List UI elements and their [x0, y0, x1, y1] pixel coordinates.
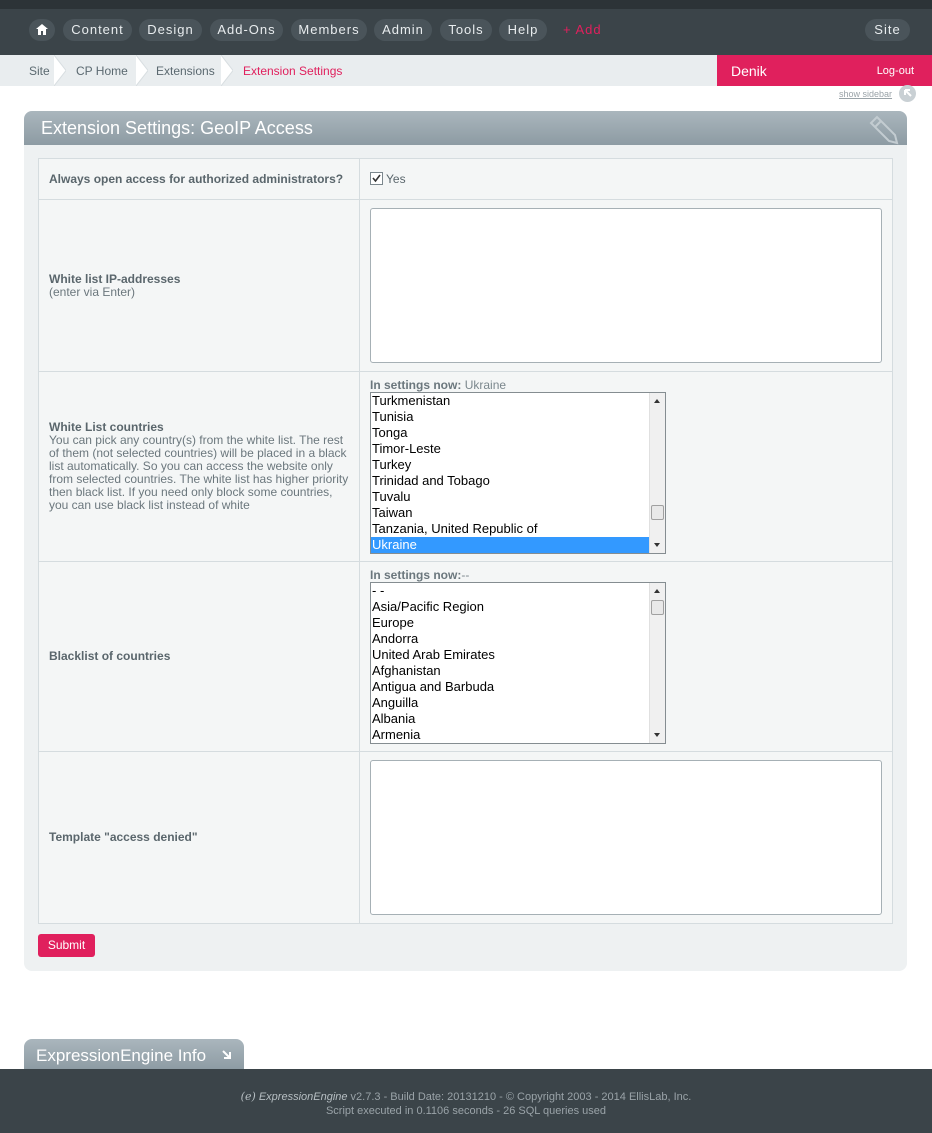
scroll-thumb[interactable]	[651, 505, 664, 520]
whitelist-current-value: In settings now: Ukraine	[370, 378, 507, 392]
breadcrumb-site[interactable]: Site	[29, 55, 50, 86]
scroll-up-icon[interactable]	[654, 399, 660, 403]
row-whitelist-countries: White List countries You can pick any co…	[38, 371, 893, 562]
pencil-icon	[869, 115, 899, 145]
scrollbar[interactable]	[649, 583, 665, 743]
list-item[interactable]: Tanzania, United Republic of	[371, 521, 665, 537]
scroll-thumb[interactable]	[651, 600, 664, 615]
list-item[interactable]: - -	[371, 583, 665, 599]
scroll-up-icon[interactable]	[654, 589, 660, 593]
submit-button[interactable]: Submit	[38, 934, 95, 957]
breadcrumb-separator	[54, 55, 66, 86]
field-template-denied	[359, 751, 893, 924]
list-item[interactable]: Tunisia	[371, 409, 665, 425]
whitelist-ip-textarea[interactable]	[370, 208, 882, 363]
nav-admin[interactable]: Admin	[374, 19, 432, 41]
scroll-down-icon[interactable]	[654, 543, 660, 547]
label-admin-access: Always open access for authorized admini…	[38, 158, 360, 200]
logout-link[interactable]: Log-out	[877, 65, 914, 77]
row-whitelist-ip: White list IP-addresses (enter via Enter…	[38, 199, 893, 372]
field-whitelist-ip	[359, 199, 893, 372]
breadcrumb-separator	[221, 55, 233, 86]
ee-logo-icon: (e)	[240, 1090, 256, 1103]
nav-content[interactable]: Content	[63, 19, 132, 41]
sidebar-arrow-icon[interactable]	[899, 85, 916, 102]
list-item[interactable]: United Arab Emirates	[371, 647, 665, 663]
home-icon	[36, 24, 48, 35]
list-item[interactable]: Asia/Pacific Region	[371, 599, 665, 615]
list-item[interactable]: Anguilla	[371, 695, 665, 711]
list-item[interactable]: Andorra	[371, 631, 665, 647]
scrollbar[interactable]	[649, 393, 665, 553]
list-item-selected[interactable]: Ukraine	[371, 537, 665, 553]
panel-header: Extension Settings: GeoIP Access	[24, 111, 907, 145]
blacklist-countries-select[interactable]: - - Asia/Pacific Region Europe Andorra U…	[370, 582, 666, 744]
whitelist-countries-select[interactable]: Turkmenistan Tunisia Tonga Timor-Leste T…	[370, 392, 666, 554]
ee-info-label[interactable]: ExpressionEngine Info	[36, 1046, 206, 1066]
field-whitelist-countries: In settings now: Ukraine Turkmenistan Tu…	[359, 371, 893, 562]
nav-tools[interactable]: Tools	[440, 19, 492, 41]
nav-addons[interactable]: Add-Ons	[210, 19, 283, 41]
list-item[interactable]: Turkey	[371, 457, 665, 473]
arrow-down-right-icon	[222, 1050, 231, 1059]
footer-brand: ExpressionEngine	[258, 1091, 348, 1103]
top-navbar: Content Design Add-Ons Members Admin Too…	[0, 0, 932, 55]
footer: (e) ExpressionEngine v2.7.3 - Build Date…	[0, 1069, 932, 1133]
nav-members[interactable]: Members	[291, 19, 367, 41]
ee-info-tab[interactable]: ExpressionEngine Info	[24, 1039, 244, 1070]
footer-stats: Script executed in 0.1106 seconds - 26 S…	[325, 1105, 607, 1117]
user-name[interactable]: Denik	[731, 63, 767, 79]
blacklist-current-value: In settings now:--	[370, 568, 470, 582]
breadcrumb-separator	[136, 55, 148, 86]
row-blacklist-countries: Blacklist of countries In settings now:-…	[38, 561, 893, 752]
list-item[interactable]: Afghanistan	[371, 663, 665, 679]
settings-table: Always open access for authorized admini…	[38, 158, 893, 924]
template-denied-textarea[interactable]	[370, 760, 882, 915]
label-whitelist-countries: White List countries You can pick any co…	[38, 371, 360, 562]
page-title: Extension Settings: GeoIP Access	[41, 118, 313, 138]
list-item[interactable]: Albania	[371, 711, 665, 727]
footer-version: (e) ExpressionEngine v2.7.3 - Build Date…	[240, 1090, 692, 1103]
list-item[interactable]: Armenia	[371, 727, 665, 743]
row-admin-access: Always open access for authorized admini…	[38, 158, 893, 200]
admin-access-checkbox[interactable]	[370, 172, 383, 185]
scroll-down-icon[interactable]	[654, 733, 660, 737]
list-item[interactable]: Europe	[371, 615, 665, 631]
field-admin-access: Yes	[359, 158, 893, 200]
list-item[interactable]: Tuvalu	[371, 489, 665, 505]
list-item[interactable]: Antigua and Barbuda	[371, 679, 665, 695]
breadcrumb-cp-home[interactable]: CP Home	[76, 55, 128, 86]
list-item[interactable]: Tonga	[371, 425, 665, 441]
whitelist-countries-hint: You can pick any country(s) from the whi…	[49, 433, 349, 512]
settings-panel: Extension Settings: GeoIP Access Always …	[24, 111, 907, 971]
list-item[interactable]: Timor-Leste	[371, 441, 665, 457]
label-template-denied: Template "access denied"	[38, 751, 360, 924]
nav-design[interactable]: Design	[139, 19, 202, 41]
nav-help[interactable]: Help	[499, 19, 547, 41]
breadcrumb-extensions[interactable]: Extensions	[156, 55, 215, 86]
breadcrumb-extension-settings: Extension Settings	[243, 64, 343, 78]
list-item[interactable]: Turkmenistan	[371, 393, 665, 409]
nav-site[interactable]: Site	[865, 19, 910, 41]
admin-access-checkbox-label[interactable]: Yes	[386, 172, 406, 186]
label-blacklist-countries: Blacklist of countries	[38, 561, 360, 752]
list-item[interactable]: Trinidad and Tobago	[371, 473, 665, 489]
field-blacklist-countries: In settings now:-- - - Asia/Pacific Regi…	[359, 561, 893, 752]
user-box: Denik Log-out	[717, 55, 932, 86]
list-item[interactable]: Taiwan	[371, 505, 665, 521]
label-whitelist-ip: White list IP-addresses (enter via Enter…	[38, 199, 360, 372]
nav-add[interactable]: + Add	[563, 19, 602, 41]
row-template-denied: Template "access denied"	[38, 751, 893, 924]
whitelist-ip-hint: (enter via Enter)	[49, 284, 136, 299]
home-button[interactable]	[29, 19, 55, 41]
show-sidebar-link[interactable]: show sidebar	[839, 89, 892, 99]
